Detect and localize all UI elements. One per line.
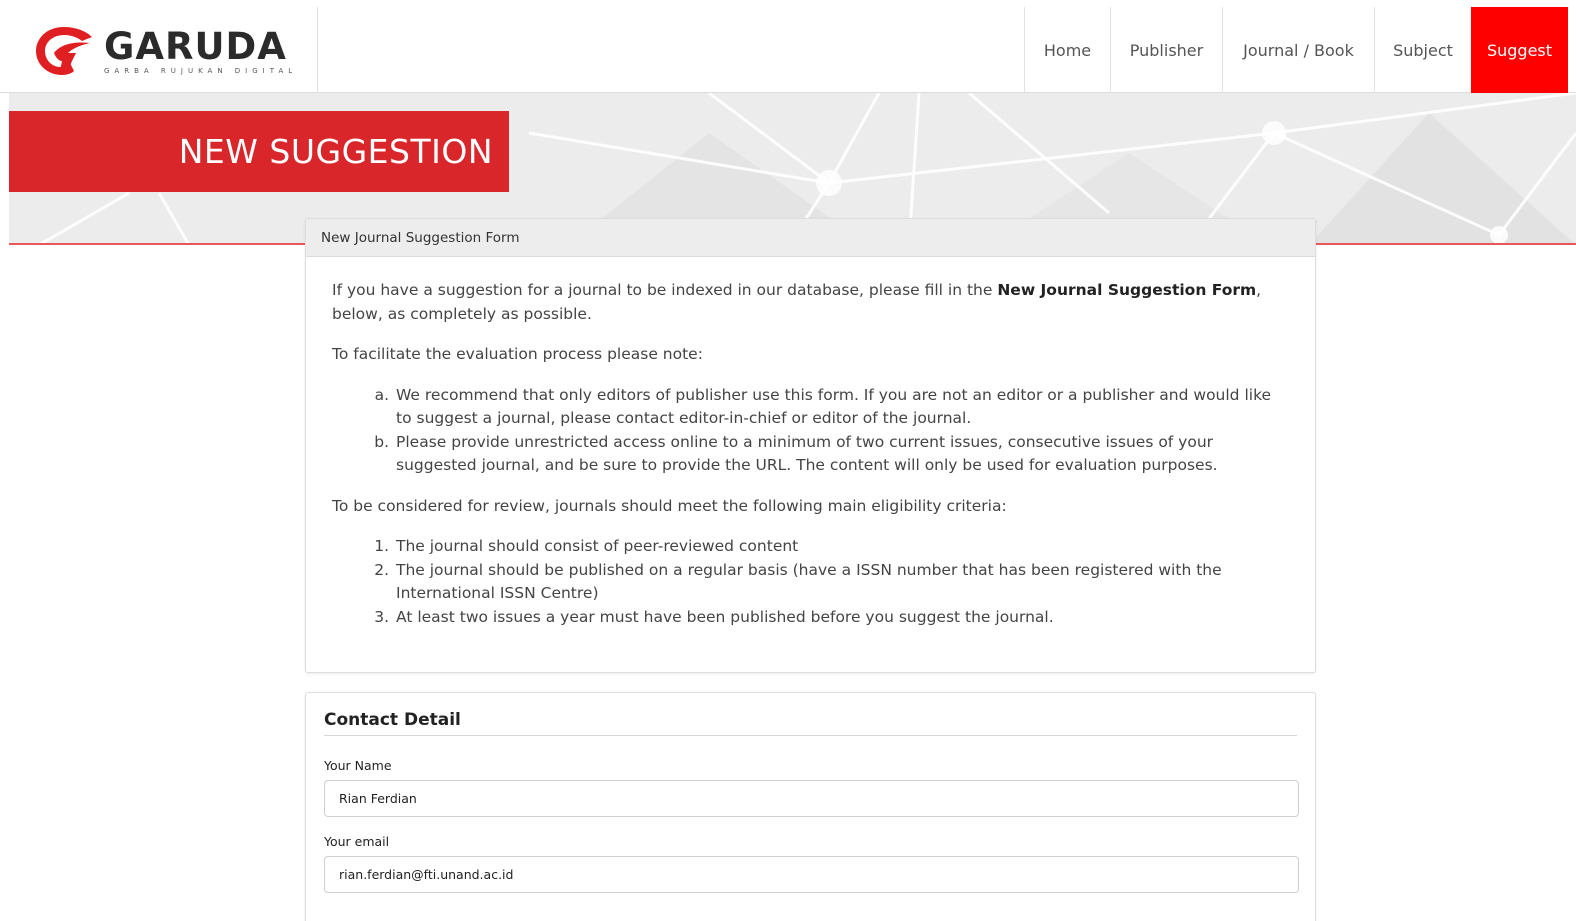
main-nav: Home Publisher Journal / Book Subject Su… — [1024, 7, 1568, 93]
email-label: Your email — [324, 834, 390, 849]
garuda-bird-icon — [36, 27, 92, 75]
brand-name: GARUDA — [104, 24, 287, 68]
top-navbar: GARUDA GARBA RUJUKAN DIGITAL Home Publis… — [0, 7, 1576, 93]
list-item: The journal should be published on a reg… — [394, 559, 1289, 606]
form-name-highlight: New Journal Suggestion Form — [997, 281, 1257, 299]
nav-subject[interactable]: Subject — [1374, 7, 1471, 93]
garuda-logo[interactable]: GARUDA GARBA RUJUKAN DIGITAL — [32, 21, 302, 81]
list-item: Please provide unrestricted access onlin… — [394, 431, 1289, 478]
section-title: Contact Detail — [324, 710, 1297, 736]
name-label: Your Name — [324, 758, 392, 773]
contact-detail-panel: Contact Detail Your Name Your email — [305, 692, 1316, 921]
page-title: NEW SUGGESTION — [9, 111, 509, 192]
email-input[interactable] — [324, 856, 1299, 893]
intro-panel: New Journal Suggestion Form If you have … — [305, 218, 1316, 673]
evaluation-note-heading: To facilitate the evaluation process ple… — [332, 345, 703, 363]
nav-journal-book[interactable]: Journal / Book — [1222, 7, 1374, 93]
nav-suggest[interactable]: Suggest — [1471, 7, 1568, 93]
list-item: At least two issues a year must have bee… — [394, 606, 1289, 630]
panel-body: If you have a suggestion for a journal t… — [306, 257, 1315, 629]
list-item: The journal should consist of peer-revie… — [394, 535, 1289, 559]
intro-paragraph: If you have a suggestion for a journal t… — [332, 279, 1289, 326]
nav-publisher[interactable]: Publisher — [1110, 7, 1222, 93]
panel-heading: New Journal Suggestion Form — [306, 219, 1315, 257]
logo-divider — [317, 7, 318, 93]
nav-home[interactable]: Home — [1024, 7, 1110, 93]
intro-text: If you have a suggestion for a journal t… — [332, 281, 998, 299]
eligibility-criteria-list: The journal should consist of peer-revie… — [394, 535, 1289, 629]
name-input[interactable] — [324, 780, 1299, 817]
list-item: We recommend that only editors of publis… — [394, 384, 1289, 431]
brand-tagline: GARBA RUJUKAN DIGITAL — [104, 66, 298, 75]
eligibility-heading: To be considered for review, journals sh… — [332, 496, 1007, 515]
evaluation-notes-list: We recommend that only editors of publis… — [394, 384, 1289, 478]
